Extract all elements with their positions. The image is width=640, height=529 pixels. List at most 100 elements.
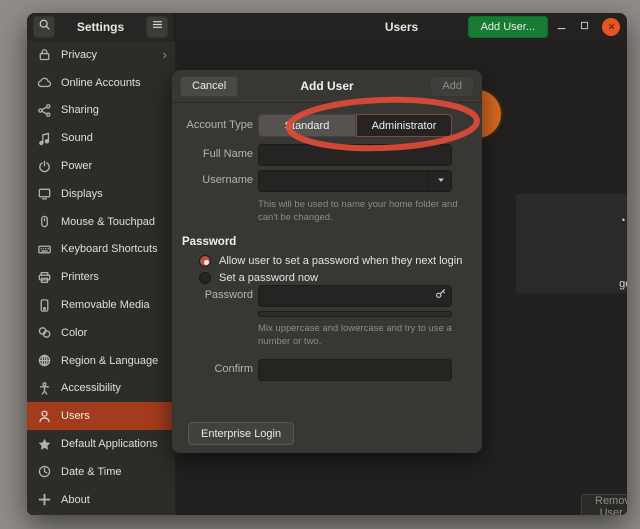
maximize-button[interactable] (579, 18, 590, 36)
username-hint: This will be used to name your home fold… (258, 198, 460, 225)
main-headerbar: Users Add User... (176, 13, 627, 41)
sidebar-item-label: Mouse & Touchpad (61, 216, 167, 228)
sidebar-item-sound[interactable]: Sound (27, 124, 175, 152)
share-icon (37, 103, 52, 118)
account-activity-row[interactable]: ged In › (619, 276, 627, 291)
add-user-button[interactable]: Add User... (468, 16, 548, 38)
password-row[interactable]: ••••• › (622, 212, 627, 227)
account-settings-panel: ••••• › ged In › (515, 193, 627, 294)
clock-icon (37, 464, 52, 479)
add-button[interactable]: Add (430, 76, 474, 97)
window-controls (556, 13, 620, 41)
password-input[interactable] (258, 285, 452, 307)
star-icon (37, 437, 52, 452)
sidebar-item-privacy[interactable]: Privacy› (27, 41, 175, 69)
sidebar-item-accessibility[interactable]: Accessibility (27, 375, 175, 403)
username-dropdown-button[interactable] (428, 170, 452, 192)
sidebar-item-label: Privacy (61, 49, 163, 61)
hamburger-icon (151, 18, 164, 36)
sidebar-item-removable-media[interactable]: Removable Media (27, 291, 175, 319)
sidebar-item-date-time[interactable]: Date & Time (27, 458, 175, 486)
music-note-icon (37, 131, 52, 146)
password-section-heading: Password (182, 236, 236, 248)
enterprise-login-button[interactable]: Enterprise Login (188, 422, 294, 445)
remove-user-button[interactable]: Remove User... (581, 494, 627, 515)
username-label: Username (180, 174, 253, 186)
sidebar-item-label: Displays (61, 188, 167, 200)
sidebar-headerbar: Settings (27, 13, 175, 41)
search-icon (38, 18, 51, 36)
removable-media-icon (37, 298, 52, 313)
key-icon (434, 287, 447, 305)
radio-set-password-next-login[interactable]: Allow user to set a password when they n… (199, 255, 462, 267)
minimize-icon (556, 18, 567, 36)
sidebar-item-label: Removable Media (61, 299, 167, 311)
sidebar-item-mouse-touchpad[interactable]: Mouse & Touchpad (27, 208, 175, 236)
account-type-label: Account Type (180, 119, 253, 131)
sidebar-item-label: Accessibility (61, 382, 167, 394)
maximize-icon (579, 18, 590, 36)
close-button[interactable] (602, 18, 620, 36)
sidebar-item-keyboard-shortcuts[interactable]: Keyboard Shortcuts (27, 236, 175, 264)
globe-icon (37, 353, 52, 368)
settings-window: Settings Users Add User... Privacy› Onlin… (27, 13, 627, 515)
logged-in-text: ged In (619, 278, 627, 290)
cloud-icon (37, 75, 52, 90)
close-icon (607, 18, 616, 36)
lock-icon (37, 47, 52, 62)
sidebar-item-power[interactable]: Power (27, 152, 175, 180)
sidebar-item-label: Online Accounts (61, 77, 167, 89)
chevron-down-icon (436, 172, 446, 190)
accessibility-icon (37, 381, 52, 396)
add-user-dialog: Add User Cancel Add Account Type Standar… (172, 70, 482, 453)
menu-button[interactable] (146, 16, 168, 38)
radio-unchecked-icon (199, 272, 211, 284)
sidebar-item-displays[interactable]: Displays (27, 180, 175, 208)
power-icon (37, 159, 52, 174)
password-strength-bar (258, 311, 452, 317)
sidebar-item-label: Users (61, 410, 167, 422)
sidebar-item-label: About (61, 494, 167, 506)
sidebar: Privacy› Online Accounts Sharing Sound Power… (27, 41, 175, 515)
confirm-label: Confirm (180, 363, 253, 375)
password-dots: ••••• (622, 215, 627, 225)
username-input[interactable] (258, 170, 452, 192)
headerbar: Settings Users Add User... (27, 13, 627, 41)
password-label: Password (180, 289, 253, 301)
sidebar-item-color[interactable]: Color (27, 319, 175, 347)
standard-option[interactable]: Standard (258, 114, 356, 137)
minimize-button[interactable] (556, 18, 567, 36)
radio-label: Allow user to set a password when they n… (219, 255, 462, 267)
confirm-input[interactable] (258, 359, 452, 381)
radio-checked-icon (199, 255, 211, 267)
person-icon (37, 409, 52, 424)
printer-icon (37, 270, 52, 285)
color-icon (37, 325, 52, 340)
sidebar-item-sharing[interactable]: Sharing (27, 97, 175, 125)
sidebar-item-label: Printers (61, 271, 167, 283)
sidebar-item-label: Sharing (61, 104, 167, 116)
sidebar-item-label: Keyboard Shortcuts (61, 243, 167, 255)
display-icon (37, 186, 52, 201)
sidebar-item-online-accounts[interactable]: Online Accounts (27, 69, 175, 97)
dialog-header: Add User Cancel Add (172, 70, 482, 103)
account-type-segment: Standard Administrator (258, 114, 452, 137)
plus-icon (37, 492, 52, 507)
sidebar-item-label: Color (61, 327, 167, 339)
radio-set-password-now[interactable]: Set a password now (199, 272, 318, 284)
sidebar-item-label: Power (61, 160, 167, 172)
sidebar-item-printers[interactable]: Printers (27, 263, 175, 291)
search-button[interactable] (33, 16, 55, 38)
radio-label: Set a password now (219, 272, 318, 284)
sidebar-item-users[interactable]: Users (27, 402, 175, 430)
sidebar-item-label: Region & Language (61, 355, 167, 367)
sidebar-item-about[interactable]: About (27, 486, 175, 514)
full-name-input[interactable] (258, 144, 452, 166)
generate-password-button[interactable] (428, 285, 452, 307)
sidebar-item-label: Date & Time (61, 466, 167, 478)
full-name-label: Full Name (180, 148, 253, 160)
sidebar-item-region-language[interactable]: Region & Language (27, 347, 175, 375)
cancel-button[interactable]: Cancel (180, 76, 238, 97)
administrator-option[interactable]: Administrator (356, 114, 452, 137)
sidebar-item-default-applications[interactable]: Default Applications (27, 430, 175, 458)
